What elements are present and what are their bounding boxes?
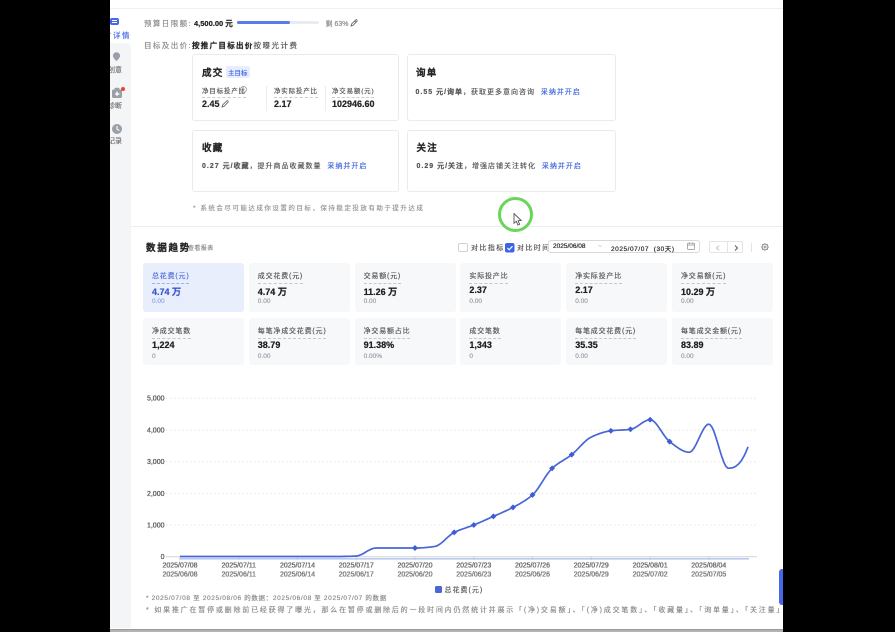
svg-text:2025/07/23: 2025/07/23 — [456, 563, 491, 570]
svg-text:0: 0 — [161, 554, 165, 561]
svg-text:2025/06/11: 2025/06/11 — [222, 572, 257, 579]
svg-text:2025/07/08: 2025/07/08 — [162, 563, 197, 570]
svg-text:2025/06/29: 2025/06/29 — [574, 572, 609, 579]
svg-text:2025/07/17: 2025/07/17 — [339, 563, 374, 570]
svg-text:2025/07/05: 2025/07/05 — [691, 572, 726, 579]
svg-text:2025/06/14: 2025/06/14 — [280, 572, 315, 579]
svg-text:2025/06/08: 2025/06/08 — [162, 572, 197, 579]
svg-text:5,000: 5,000 — [147, 396, 165, 403]
svg-text:2025/07/26: 2025/07/26 — [515, 563, 550, 570]
svg-text:2,000: 2,000 — [147, 491, 165, 498]
svg-text:2025/07/11: 2025/07/11 — [222, 563, 257, 570]
svg-text:2025/07/02: 2025/07/02 — [633, 572, 668, 579]
svg-text:2025/06/17: 2025/06/17 — [339, 572, 374, 579]
svg-text:2025/08/01: 2025/08/01 — [633, 563, 668, 570]
svg-text:2025/07/20: 2025/07/20 — [397, 563, 432, 570]
svg-text:2025/07/14: 2025/07/14 — [280, 563, 315, 570]
svg-text:4,000: 4,000 — [147, 427, 165, 434]
svg-text:2025/07/29: 2025/07/29 — [574, 563, 609, 570]
svg-text:2025/06/26: 2025/06/26 — [515, 572, 550, 579]
svg-text:1,000: 1,000 — [147, 523, 165, 530]
svg-text:2025/08/04: 2025/08/04 — [691, 563, 726, 570]
svg-text:2025/06/23: 2025/06/23 — [456, 572, 491, 579]
svg-text:3,000: 3,000 — [147, 459, 165, 466]
svg-text:2025/06/20: 2025/06/20 — [397, 572, 432, 579]
